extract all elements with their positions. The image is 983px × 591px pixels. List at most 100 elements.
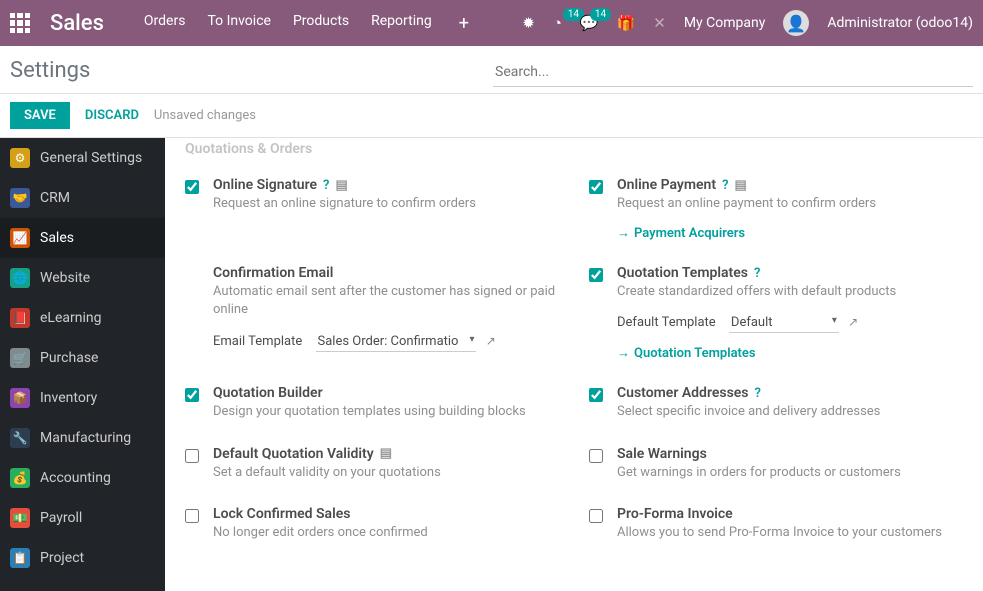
unsaved-status: Unsaved changes xyxy=(154,108,256,123)
nav-plus-icon[interactable]: + xyxy=(459,13,469,34)
setting-online-payment: Online Payment?▤ Request an online payme… xyxy=(589,167,963,255)
nav-products[interactable]: Products xyxy=(293,13,349,34)
project-icon: 📋 xyxy=(10,548,30,568)
nav-reporting[interactable]: Reporting xyxy=(371,13,432,34)
setting-desc: Allows you to send Pro-Forma Invoice to … xyxy=(617,524,963,542)
globe-icon: 🌐 xyxy=(10,268,30,288)
sidebar-item-project[interactable]: 📋Project xyxy=(0,538,165,578)
setting-desc: Select specific invoice and delivery add… xyxy=(617,403,963,421)
sidebar-item-manufacturing[interactable]: 🔧Manufacturing xyxy=(0,418,165,458)
help-icon[interactable]: ? xyxy=(755,386,761,401)
main: ⚙ General Settings 🤝 CRM 📈Sales 🌐 Website 📕… xyxy=(0,138,983,591)
help-icon[interactable]: ? xyxy=(754,266,760,281)
sidebar-item-purchase[interactable]: 🛒 Purchase xyxy=(0,338,165,378)
sidebar-item-sales[interactable]: 📈Sales xyxy=(0,218,165,258)
default-validity-checkbox[interactable] xyxy=(185,449,199,463)
activities-icon[interactable]: ◔14 xyxy=(553,14,562,32)
sidebar-item-label: General Settings xyxy=(40,150,142,166)
proforma-checkbox[interactable] xyxy=(589,509,603,523)
quotation-builder-checkbox[interactable] xyxy=(185,388,199,402)
online-signature-checkbox[interactable] xyxy=(185,180,199,194)
sidebar-item-elearning[interactable]: 📕 eLearning xyxy=(0,298,165,338)
discard-button[interactable]: DISCARD xyxy=(85,108,139,123)
setting-desc: Design your quotation templates using bu… xyxy=(213,403,559,421)
tools-icon[interactable]: ✕ xyxy=(653,14,666,32)
sidebar-item-payroll[interactable]: 💵 Payroll xyxy=(0,498,165,538)
setting-label: Lock Confirmed Sales xyxy=(213,506,350,522)
payment-acquirers-link[interactable]: →Payment Acquirers xyxy=(617,225,745,241)
sidebar: ⚙ General Settings 🤝 CRM 📈Sales 🌐 Website 📕… xyxy=(0,138,165,591)
sidebar-item-label: Payroll xyxy=(40,510,82,526)
setting-desc: Request an online signature to confirm o… xyxy=(213,195,559,213)
sidebar-item-website[interactable]: 🌐 Website xyxy=(0,258,165,298)
wrench-icon: 🔧 xyxy=(10,428,30,448)
customer-addresses-checkbox[interactable] xyxy=(589,388,603,402)
content: Quotations & Orders Online Signature?▤ R… xyxy=(165,138,983,591)
setting-quotation-templates: Quotation Templates? Create standardized… xyxy=(589,255,963,375)
lock-confirmed-checkbox[interactable] xyxy=(185,509,199,523)
setting-label: Confirmation Email xyxy=(213,265,333,281)
setting-desc: Get warnings in orders for products or c… xyxy=(617,464,963,482)
external-link-icon[interactable]: ↗ xyxy=(486,334,496,348)
buttons-row: SAVE DISCARD Unsaved changes xyxy=(0,94,983,138)
arrow-right-icon: → xyxy=(617,345,630,361)
sidebar-item-crm[interactable]: 🤝 CRM xyxy=(0,178,165,218)
external-link-icon[interactable]: ↗ xyxy=(848,315,858,329)
messages-badge: 14 xyxy=(590,8,611,21)
company-name[interactable]: My Company xyxy=(684,15,766,31)
sidebar-item-accounting[interactable]: 💰Accounting xyxy=(0,458,165,498)
online-payment-checkbox[interactable] xyxy=(589,180,603,194)
cart-icon: 🛒 xyxy=(10,348,30,368)
setting-desc: Create standardized offers with default … xyxy=(617,283,963,301)
sidebar-item-label: Purchase xyxy=(40,350,98,366)
nav-to-invoice[interactable]: To Invoice xyxy=(207,13,271,34)
setting-lock-confirmed: Lock Confirmed Sales No longer edit orde… xyxy=(185,496,559,556)
sidebar-item-label: eLearning xyxy=(40,310,101,326)
email-template-label: Email Template xyxy=(213,334,302,349)
setting-quotation-builder: Quotation Builder Design your quotation … xyxy=(185,375,559,435)
handshake-icon: 🤝 xyxy=(10,188,30,208)
messages-icon[interactable]: 💬14 xyxy=(580,14,599,32)
setting-label: Sale Warnings xyxy=(617,446,707,462)
search-input[interactable] xyxy=(493,58,973,87)
gear-icon: ⚙ xyxy=(10,148,30,168)
nav-orders[interactable]: Orders xyxy=(144,13,186,34)
sidebar-item-general[interactable]: ⚙ General Settings xyxy=(0,138,165,178)
setting-label: Default Quotation Validity xyxy=(213,446,374,462)
setting-default-validity: Default Quotation Validity▤ Set a defaul… xyxy=(185,436,559,496)
search-container xyxy=(493,58,973,87)
book-icon: 📕 xyxy=(10,308,30,328)
control-panel: Settings xyxy=(0,46,983,94)
quotation-templates-link[interactable]: →Quotation Templates xyxy=(617,345,756,361)
box-icon: 📦 xyxy=(10,388,30,408)
sale-warnings-checkbox[interactable] xyxy=(589,449,603,463)
nav-links: Orders To Invoice Products Reporting + xyxy=(144,13,469,34)
apps-icon[interactable] xyxy=(10,13,30,33)
sidebar-item-inventory[interactable]: 📦Inventory xyxy=(0,378,165,418)
setting-label: Online Payment xyxy=(617,177,716,193)
settings-grid: Online Signature?▤ Request an online sig… xyxy=(185,167,963,556)
dev-icon[interactable]: ▤ xyxy=(335,178,347,193)
setting-customer-addresses: Customer Addresses? Select specific invo… xyxy=(589,375,963,435)
debug-icon[interactable]: ✹ xyxy=(522,14,535,32)
dev-icon[interactable]: ▤ xyxy=(734,178,746,193)
sidebar-item-label: Website xyxy=(40,270,90,286)
email-template-select[interactable]: Sales Order: Confirmatio xyxy=(316,332,477,352)
setting-label: Quotation Templates xyxy=(617,265,748,281)
payroll-icon: 💵 xyxy=(10,508,30,528)
setting-label: Quotation Builder xyxy=(213,385,323,401)
dev-icon[interactable]: ▤ xyxy=(380,446,392,461)
gift-icon[interactable]: 🎁 xyxy=(617,14,636,32)
avatar[interactable]: 👤 xyxy=(783,10,809,36)
sidebar-item-label: Sales xyxy=(40,230,74,246)
save-button[interactable]: SAVE xyxy=(10,102,70,129)
help-icon[interactable]: ? xyxy=(722,178,728,193)
user-name[interactable]: Administrator (odoo14) xyxy=(827,15,973,31)
sidebar-item-label: CRM xyxy=(40,190,70,206)
setting-confirmation-email: Confirmation Email Automatic email sent … xyxy=(185,255,559,375)
default-template-label: Default Template xyxy=(617,315,716,330)
default-template-select[interactable]: Default xyxy=(729,313,839,333)
help-icon[interactable]: ? xyxy=(323,178,329,193)
sidebar-item-label: Accounting xyxy=(40,470,111,486)
quotation-templates-checkbox[interactable] xyxy=(589,268,603,282)
